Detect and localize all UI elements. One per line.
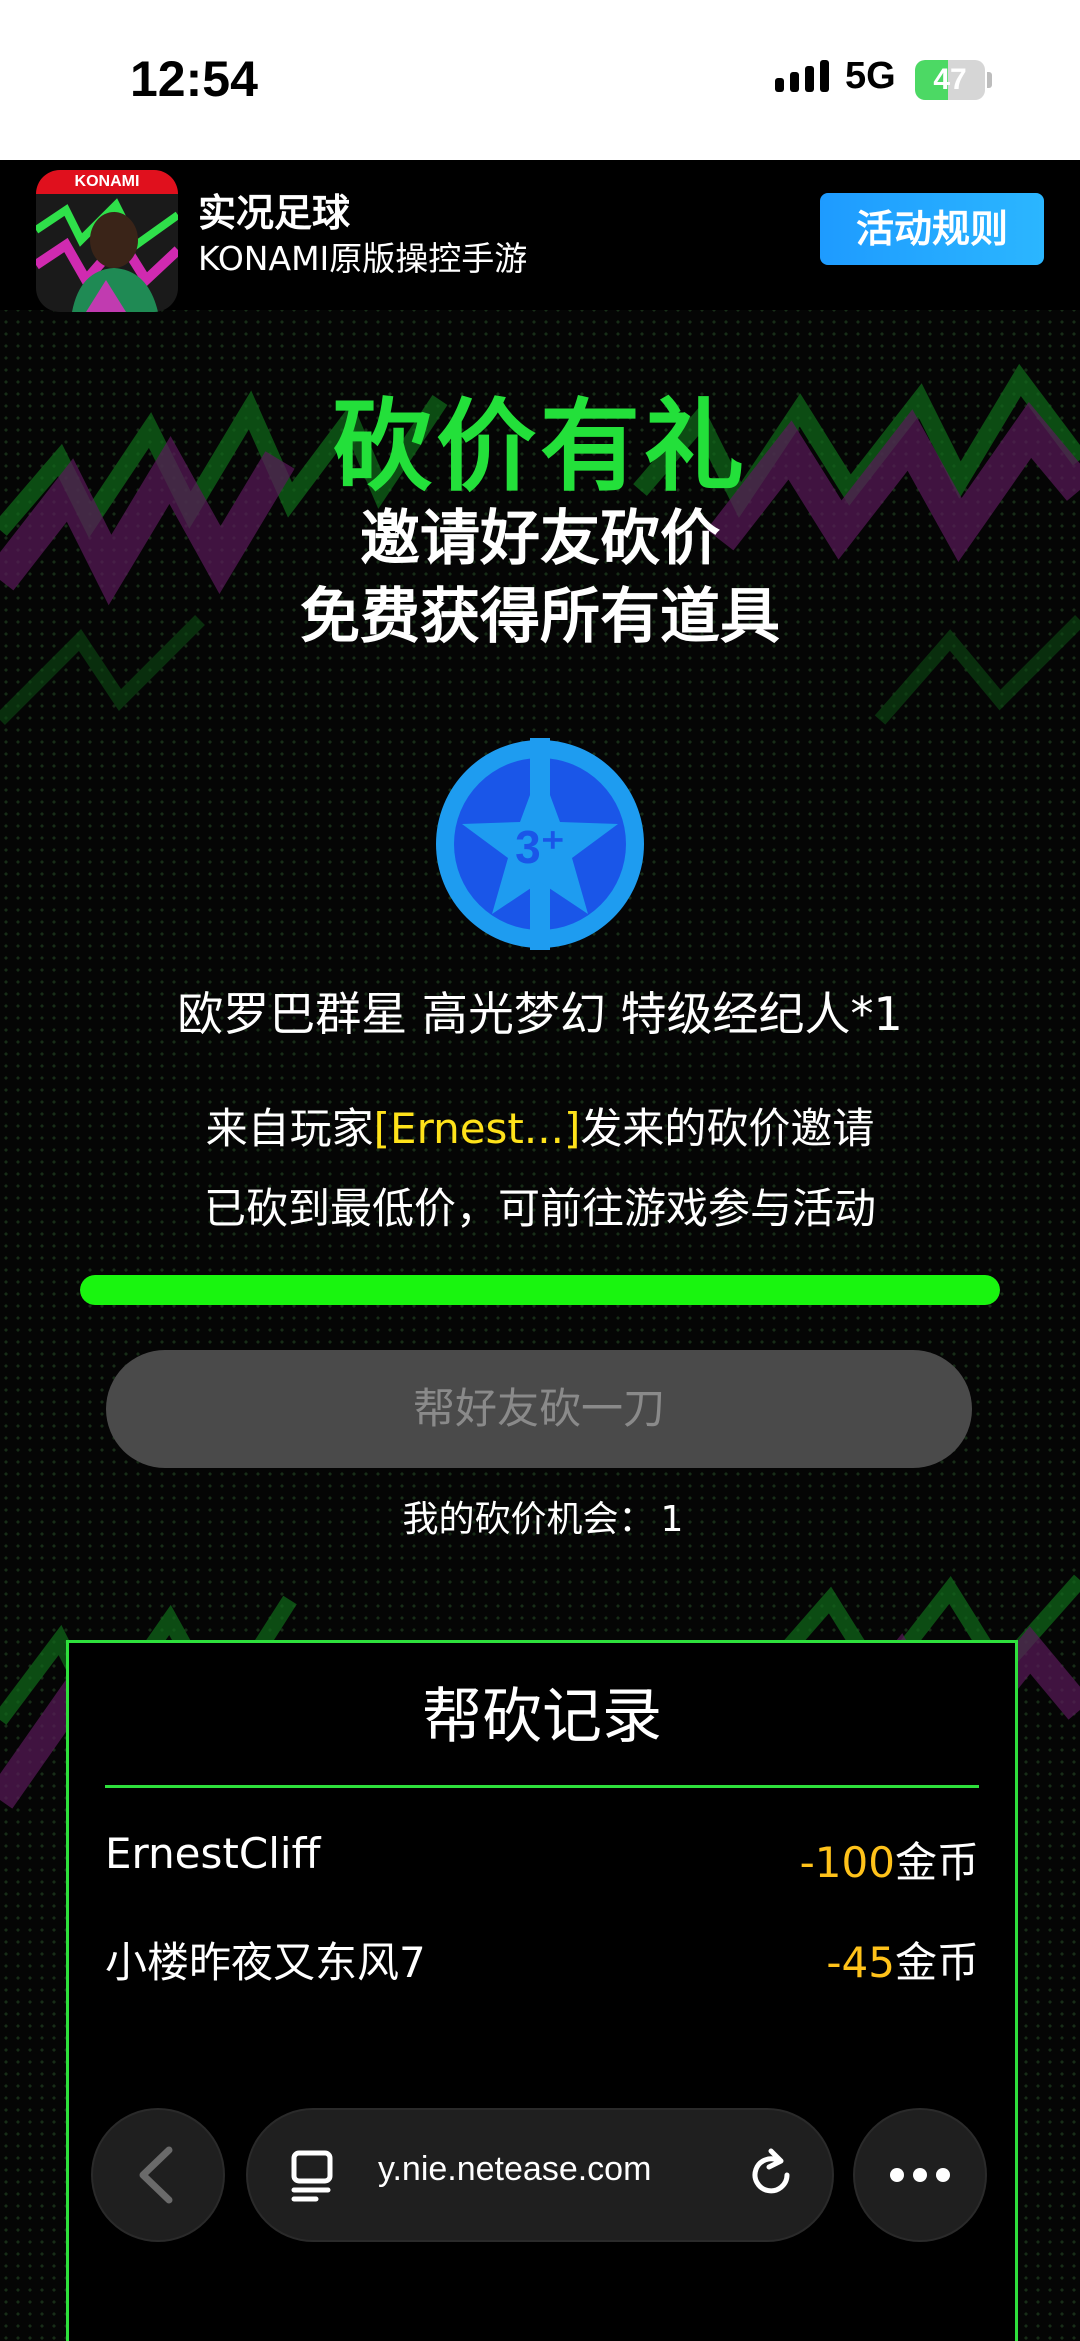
status-bar: 12:54 5G 47 xyxy=(0,0,1080,160)
page-title: 砍价有礼 xyxy=(332,388,748,505)
url-text: y.nie.netease.com xyxy=(378,2150,652,2188)
reader-icon xyxy=(291,2150,333,2202)
invite-prefix: 来自玩家 xyxy=(205,1104,374,1153)
player-art-icon xyxy=(36,198,178,312)
amount-unit: 金币 xyxy=(894,1838,979,1887)
invite-suffix: 发来的砍价邀请 xyxy=(580,1104,875,1153)
back-button[interactable] xyxy=(93,2110,223,2240)
battery-cap xyxy=(987,72,992,88)
helper-name: ErnestCliff xyxy=(105,1829,321,1878)
battery-level: 47 xyxy=(933,63,967,96)
more-dots-icon xyxy=(890,2168,950,2182)
invite-status: 已砍到最低价，可前往游戏参与活动 xyxy=(203,1184,876,1233)
amount-unit: 金币 xyxy=(894,1938,979,1987)
badge-label: 3⁺ xyxy=(515,821,565,873)
signal-icon xyxy=(775,60,829,92)
record-title: 帮砍记录 xyxy=(422,1682,662,1752)
more-button[interactable] xyxy=(855,2110,985,2240)
chances-value: 1 xyxy=(660,1499,684,1540)
app-subtitle: KONAMI原版操控手游 xyxy=(198,239,528,278)
reward-name: 欧罗巴群星 高光梦幻 特级经纪人*1 xyxy=(177,987,903,1041)
app-name: 实况足球 xyxy=(198,191,351,235)
browser-toolbar: y.nie.netease.com xyxy=(0,2110,1080,2270)
invite-message: 来自玩家[Ernest...]发来的砍价邀请 xyxy=(0,1095,1080,1156)
status-time: 12:54 xyxy=(130,51,258,107)
helper-amount: -100金币 xyxy=(800,1829,979,1890)
activity-rules-button[interactable]: 活动规则 xyxy=(820,193,1044,265)
address-bar[interactable]: y.nie.netease.com xyxy=(248,2110,832,2240)
chances-label: 我的砍价机会： xyxy=(402,1499,655,1540)
reward-badge-icon: 3⁺ xyxy=(434,738,646,950)
app-icon[interactable]: KONAMI xyxy=(36,170,178,312)
battery-icon: 47 xyxy=(915,60,985,100)
progress-fill xyxy=(80,1275,1000,1305)
hero-line-1: 邀请好友砍价 xyxy=(360,504,720,574)
app-banner: KONAMI 实况足球 KONAMI原版操控手游 活动规则 xyxy=(0,160,1080,312)
bargain-progress-bar xyxy=(80,1275,1000,1305)
record-row: ErnestCliff -100金币 xyxy=(105,1829,979,1889)
helper-name: 小楼昨夜又东风7 xyxy=(105,1938,426,1987)
cut-chances: 我的砍价机会： 1 xyxy=(0,1490,1080,1542)
record-row: 小楼昨夜又东风7 -45金币 xyxy=(105,1929,979,1989)
amount-value: -100 xyxy=(799,1838,895,1887)
page: KONAMI 实况足球 KONAMI原版操控手游 活动规则 砍价有礼 邀请好友砍… xyxy=(0,160,1080,2341)
help-cut-button[interactable]: 帮好友砍一刀 xyxy=(106,1350,972,1468)
amount-value: -45 xyxy=(826,1938,895,1987)
hero-line-2: 免费获得所有道具 xyxy=(300,582,780,652)
inviter-name: [Ernest...] xyxy=(373,1104,581,1153)
record-divider xyxy=(105,1785,979,1788)
chevron-left-icon xyxy=(139,2146,173,2204)
network-type: 5G xyxy=(845,55,896,97)
reload-icon[interactable] xyxy=(743,2145,803,2205)
helper-amount: -45金币 xyxy=(826,1929,979,1990)
